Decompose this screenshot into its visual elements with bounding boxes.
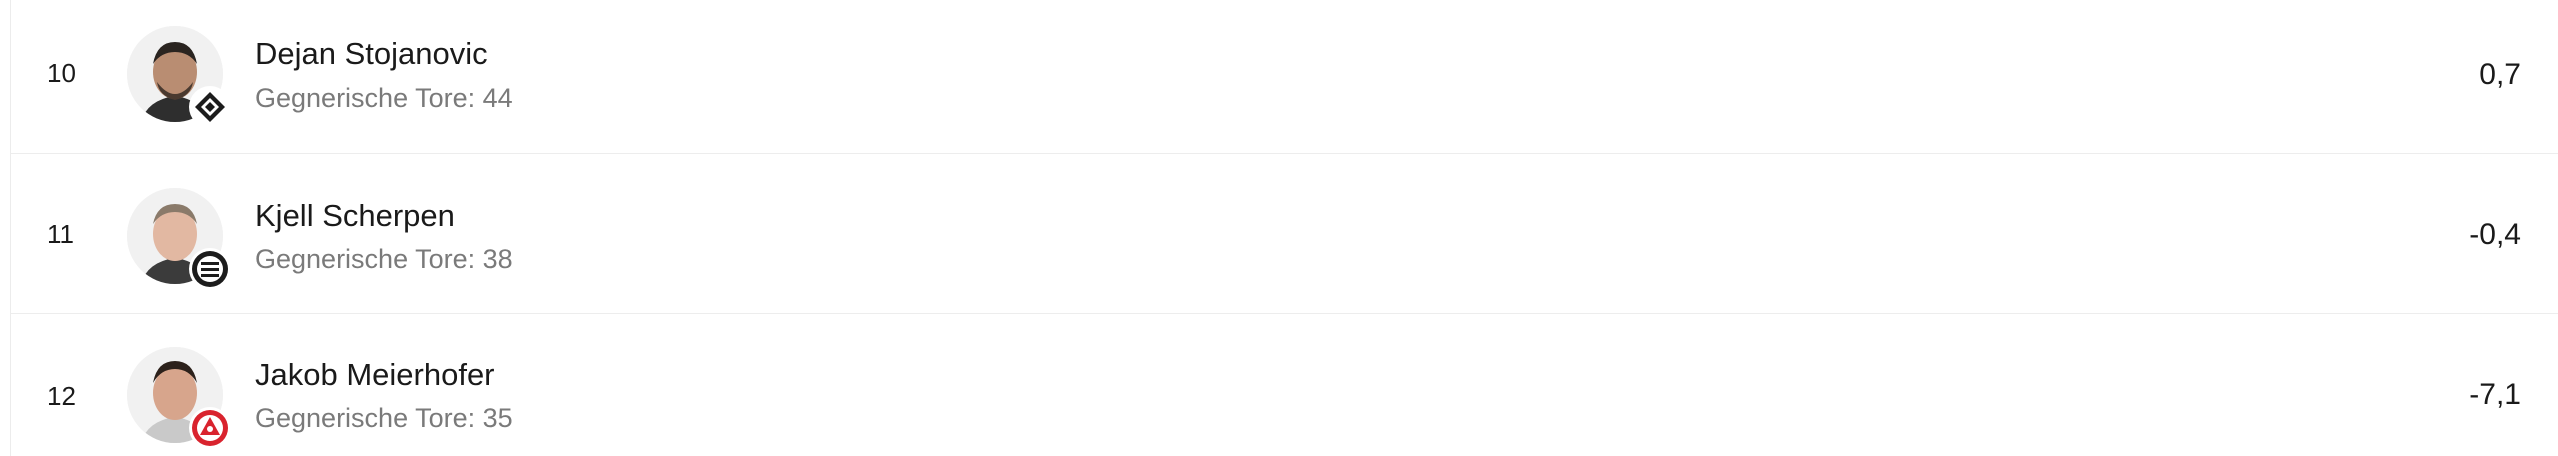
striped-crest-icon xyxy=(192,251,228,287)
club-badge xyxy=(191,250,229,288)
rank-number: 10 xyxy=(47,58,76,88)
club-badge xyxy=(191,88,229,126)
player-name[interactable]: Jakob Meierhofer xyxy=(255,357,495,393)
avatar[interactable] xyxy=(127,188,229,288)
player-name[interactable]: Kjell Scherpen xyxy=(255,198,455,234)
stat-value: -7,1 xyxy=(2469,378,2521,411)
list-item[interactable]: 11 Kjell Scherpen Gegnerische Tore: 38 -… xyxy=(11,155,2558,314)
list-item[interactable]: 12 Jakob Meierhofer Gegnerische Tore: 35… xyxy=(11,315,2558,456)
rank-number: 12 xyxy=(47,381,76,411)
avatar[interactable] xyxy=(127,347,229,447)
player-name[interactable]: Dejan Stojanovic xyxy=(255,36,488,72)
club-badge xyxy=(191,409,229,447)
diamond-crest-icon xyxy=(192,89,228,125)
red-crest-icon xyxy=(192,410,228,446)
list-item[interactable]: 10 Dejan Stojanovic Gegnerische Tore: 44… xyxy=(11,0,2558,154)
rank-number: 11 xyxy=(47,219,74,249)
ranking-list: 10 Dejan Stojanovic Gegnerische Tore: 44… xyxy=(10,0,2558,456)
stat-value: 0,7 xyxy=(2479,58,2521,91)
stat-value: -0,4 xyxy=(2469,218,2521,251)
stat-label: Gegnerische Tore: 38 xyxy=(255,244,513,274)
stat-label: Gegnerische Tore: 35 xyxy=(255,403,513,433)
stat-label: Gegnerische Tore: 44 xyxy=(255,83,513,113)
avatar[interactable] xyxy=(127,26,229,126)
